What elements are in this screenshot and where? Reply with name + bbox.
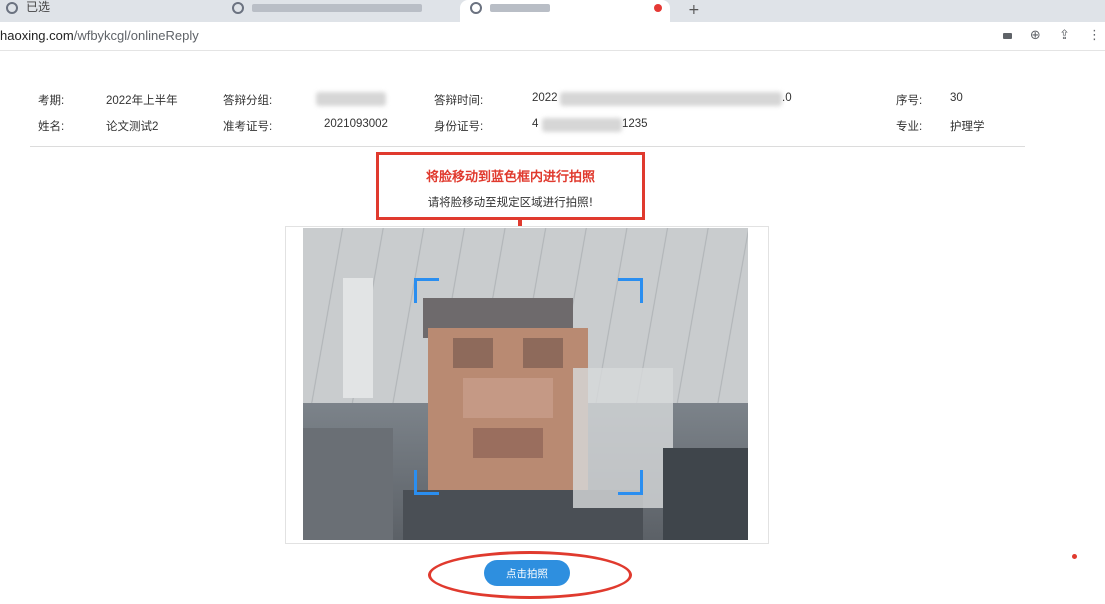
mosaic-block <box>303 428 393 540</box>
red-dot-marker <box>1072 554 1077 559</box>
capture-photo-button[interactable]: 点击拍照 <box>484 560 570 586</box>
name-label: 姓名: <box>38 121 65 133</box>
globe-icon <box>470 1 482 14</box>
annotation-box: 将脸移动到蓝色框内进行拍照 请将脸移动至规定区域进行拍照! <box>376 152 645 220</box>
id-value-end: 1235 <box>622 118 648 130</box>
seq-label: 序号: <box>896 95 923 107</box>
recording-dot-icon <box>653 3 662 12</box>
id-value-start: 4 <box>532 118 539 130</box>
group-label: 答辩分组: <box>223 95 273 107</box>
mosaic-block <box>343 278 373 398</box>
share-icon[interactable]: ⇪ <box>1059 28 1070 43</box>
browser-toolbar: ⊕ ⇪ ⋮ <box>975 28 1101 43</box>
browser-tab[interactable]: 已选 × <box>6 0 216 22</box>
face-guide-corner <box>414 278 439 303</box>
admission-label: 准考证号: <box>223 121 273 133</box>
mosaic-block <box>463 378 553 418</box>
face-guide-corner <box>618 470 643 495</box>
time-value-end: .0 <box>782 92 792 104</box>
mosaic-block <box>453 338 493 368</box>
zoom-icon[interactable]: ⊕ <box>1030 28 1041 43</box>
id-value-redacted <box>542 118 622 132</box>
camera-preview <box>303 228 748 540</box>
seq-value: 30 <box>950 92 963 104</box>
mosaic-face <box>428 328 588 508</box>
annotation-title: 将脸移动到蓝色框内进行拍照 <box>425 170 595 185</box>
name-value: 论文测试2 <box>106 121 159 133</box>
overflow-icon[interactable]: ⋮ <box>1088 28 1101 43</box>
id-label: 身份证号: <box>434 121 484 133</box>
term-value: 2022年上半年 <box>106 95 178 107</box>
camera-icon[interactable] <box>989 28 1012 43</box>
new-tab-button[interactable]: + <box>688 2 700 18</box>
tab-label-redacted <box>252 3 422 12</box>
time-value-redacted <box>560 92 782 106</box>
mosaic-block <box>663 448 748 540</box>
face-guide-corner <box>414 470 439 495</box>
time-label: 答辩时间: <box>434 95 484 107</box>
face-guide-corner <box>618 278 643 303</box>
browser-tab-active[interactable]: × <box>460 0 670 22</box>
admission-value: 2021093002 <box>324 118 388 130</box>
time-value-start: 2022 <box>532 92 558 104</box>
major-value: 护理学 <box>950 121 985 133</box>
url-text[interactable]: haoxing.com/wfbykcgl/onlineReply <box>0 28 199 43</box>
group-value-redacted <box>316 92 386 106</box>
url-path: /wfbykcgl/onlineReply <box>73 28 199 43</box>
browser-tab[interactable] <box>232 0 452 22</box>
mosaic-block <box>523 338 563 368</box>
major-label: 专业: <box>896 121 923 133</box>
globe-icon <box>232 1 244 14</box>
tab-label: 已选 <box>26 0 51 14</box>
globe-icon <box>6 1 18 14</box>
term-label: 考期: <box>38 95 65 107</box>
divider <box>30 146 1025 147</box>
tab-label-redacted <box>490 3 550 12</box>
url-host: haoxing.com <box>0 28 74 43</box>
instruction-text: 请将脸移动至规定区域进行拍照! <box>427 195 594 209</box>
browser-tab-strip: 已选 × × + <box>0 0 1105 22</box>
mosaic-block <box>473 428 543 458</box>
address-bar[interactable]: haoxing.com/wfbykcgl/onlineReply ⊕ ⇪ ⋮ <box>0 22 1105 51</box>
